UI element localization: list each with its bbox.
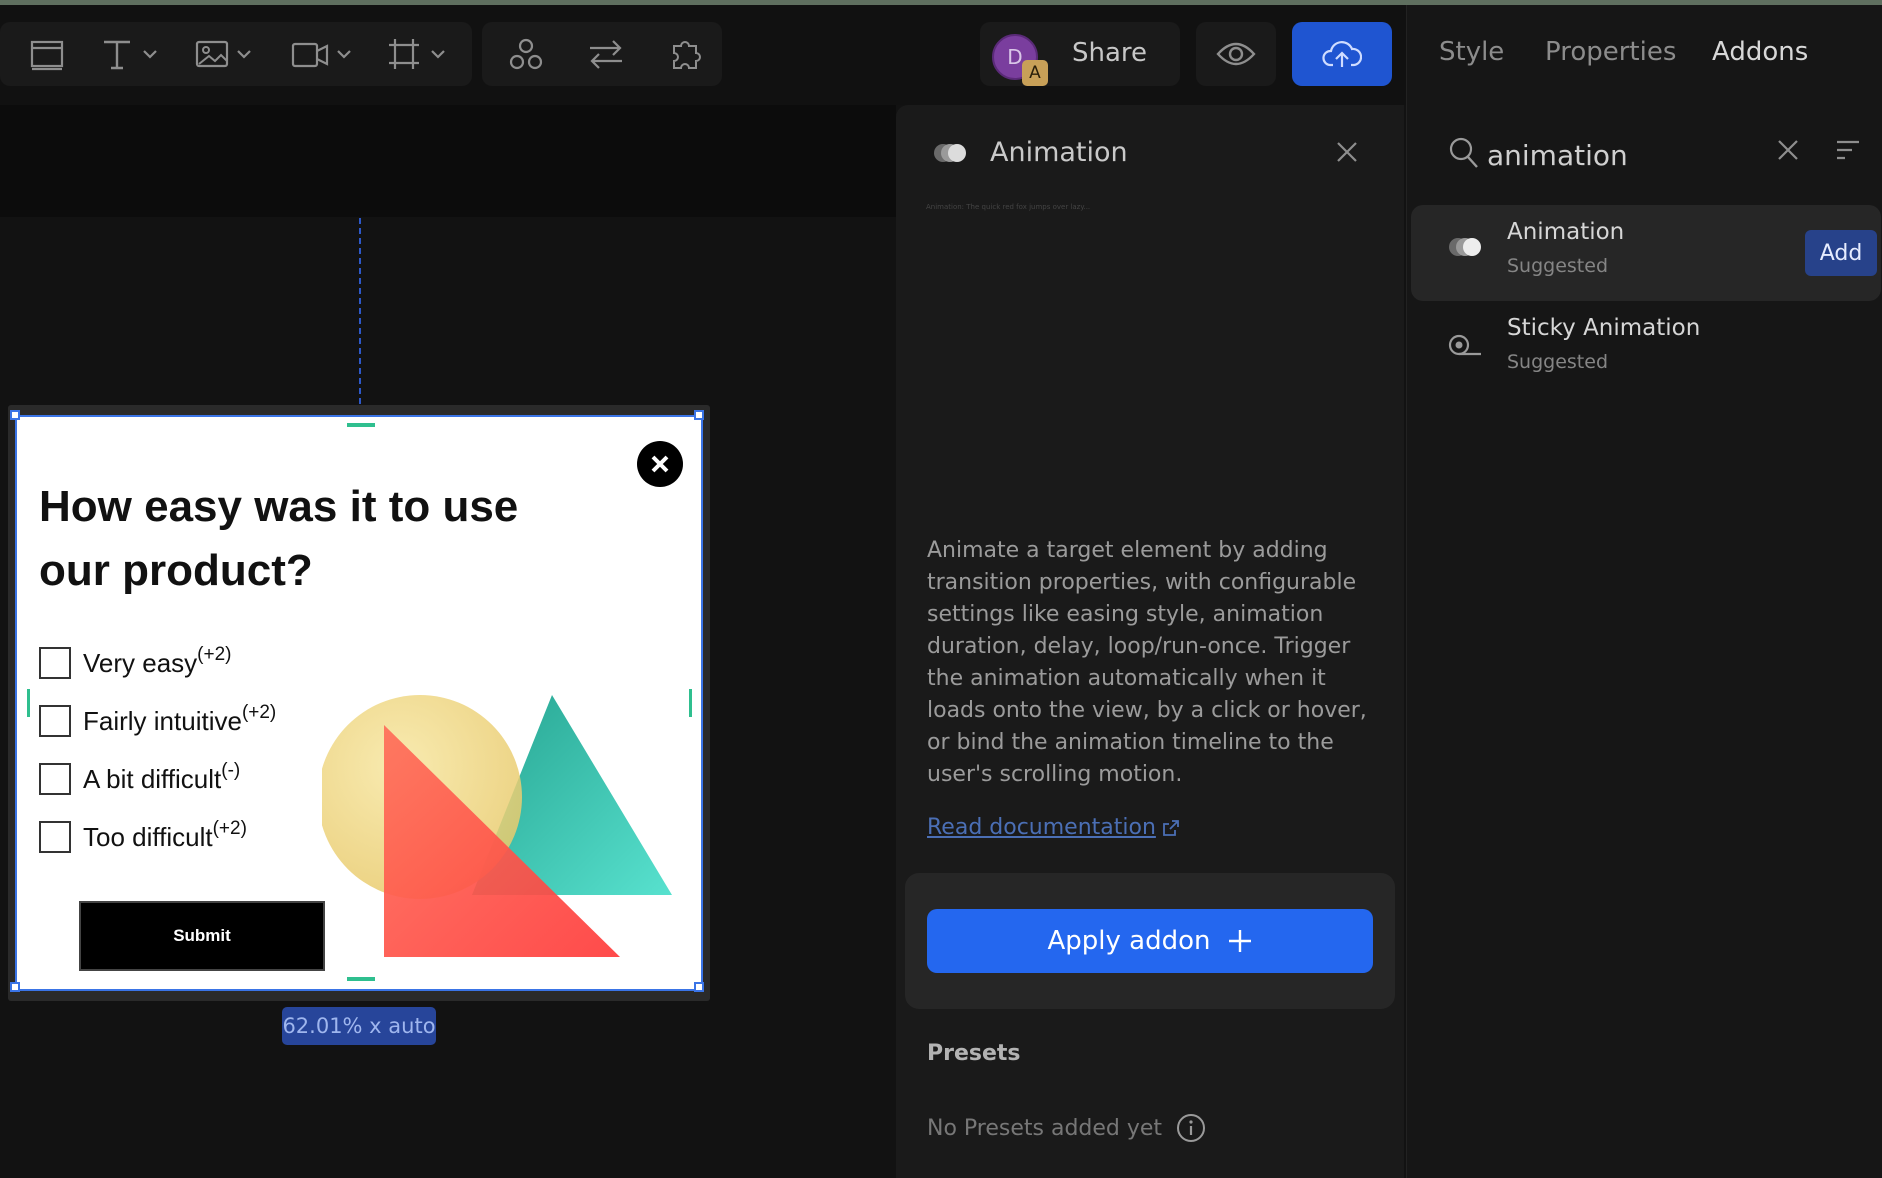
components-icon (509, 38, 543, 70)
top-toolbar: D A Share (0, 5, 1406, 105)
option-label: Fairly intuitive (83, 705, 242, 736)
cloud-upload-icon (1322, 41, 1362, 67)
addon-search-bar (1407, 105, 1882, 205)
tab-properties[interactable]: Properties (1545, 37, 1676, 67)
option-suffix: (+2) (241, 702, 277, 723)
apply-addon-button[interactable]: Apply addon (927, 909, 1373, 973)
padding-handle-bottom[interactable] (347, 977, 375, 981)
resize-handle-top-right[interactable] (694, 410, 704, 420)
info-icon[interactable] (1176, 1113, 1206, 1143)
text-tool-button[interactable] (98, 22, 166, 86)
addon-title: Sticky Animation (1507, 315, 1701, 341)
preview-caption: Animation: The quick red fox jumps over … (926, 203, 1091, 211)
inspector-sidebar: Style Properties Addons Animation Sugges… (1406, 5, 1882, 1178)
image-tool-button[interactable] (192, 22, 260, 86)
addon-title: Animation (1507, 219, 1625, 245)
clear-search-icon[interactable] (1777, 139, 1799, 161)
option-too-difficult[interactable]: Too difficult (+2) (39, 818, 247, 853)
resize-handle-bottom-right[interactable] (694, 982, 704, 992)
addon-subtitle: Suggested (1507, 255, 1609, 277)
plus-icon (1228, 930, 1251, 952)
option-label: Too difficult (83, 821, 213, 852)
padding-handle-left[interactable] (27, 689, 30, 717)
addon-subtitle: Suggested (1507, 351, 1609, 373)
tab-style[interactable]: Style (1439, 37, 1504, 67)
addon-detail-panel: Animation Animation: The quick red fox j… (896, 105, 1404, 1178)
option-checkbox[interactable] (39, 705, 71, 737)
share-button[interactable]: D A Share (980, 22, 1180, 86)
survey-popup[interactable]: How easy was it to use our product? Very… (10, 410, 704, 992)
frame-tool-button[interactable] (384, 22, 454, 86)
submit-button[interactable]: Submit (79, 901, 325, 971)
option-label: A bit difficult (83, 763, 222, 794)
image-icon (195, 40, 251, 68)
option-checkbox[interactable] (39, 821, 71, 853)
preview-button[interactable] (1196, 22, 1276, 86)
option-suffix: (+2) (212, 818, 247, 839)
option-suffix: (+2) (197, 644, 232, 665)
frame-icon (389, 39, 445, 69)
avatar-badge: A (1022, 60, 1048, 86)
apply-card: Apply addon (905, 873, 1395, 1009)
text-icon (104, 40, 157, 70)
popup-title: How easy was it to use our product? (39, 482, 519, 595)
add-addon-button[interactable]: Add (1805, 230, 1877, 276)
sticky-animation-icon (1448, 334, 1481, 356)
search-icon (1449, 137, 1478, 168)
padding-handle-right[interactable] (689, 689, 692, 717)
read-documentation-link[interactable]: Read documentation (927, 815, 1180, 840)
size-badge: 62.01% x auto (282, 1007, 436, 1045)
option-fairly-intuitive[interactable]: Fairly intuitive (+2) (39, 702, 277, 737)
close-icon[interactable] (1336, 141, 1358, 163)
option-checkbox[interactable] (39, 647, 71, 679)
close-icon (651, 455, 669, 473)
animation-icon (1449, 238, 1481, 256)
option-label: Very easy (83, 647, 198, 678)
interactions-tool-button[interactable] (582, 22, 630, 86)
layout-icon (30, 40, 64, 71)
alignment-guide (359, 218, 361, 414)
option-very-easy[interactable]: Very easy (+2) (39, 644, 232, 679)
avatar-initial: D (1007, 45, 1023, 69)
tab-addons[interactable]: Addons (1712, 37, 1808, 67)
presets-empty-state: No Presets added yet (927, 1113, 1206, 1143)
apply-label: Apply addon (1047, 926, 1211, 956)
publish-button[interactable] (1292, 22, 1392, 86)
search-input[interactable] (1487, 133, 1767, 177)
presets-empty-label: No Presets added yet (927, 1115, 1163, 1141)
filter-icon[interactable] (1835, 139, 1861, 161)
padding-handle-top[interactable] (347, 423, 375, 427)
external-link-icon (1163, 819, 1179, 836)
addon-item-animation[interactable]: Animation Suggested Add (1411, 205, 1881, 301)
puzzle-icon (673, 41, 701, 69)
option-bit-difficult[interactable]: A bit difficult (-) (39, 760, 241, 795)
presets-title: Presets (927, 1041, 1021, 1066)
eye-icon (1216, 42, 1256, 66)
share-label: Share (1072, 38, 1148, 68)
option-checkbox[interactable] (39, 763, 71, 795)
option-suffix: (-) (221, 760, 241, 781)
video-icon (291, 42, 351, 68)
addon-description: Animate a target element by adding trans… (927, 538, 1367, 787)
swap-icon (590, 40, 622, 69)
addons-tool-button[interactable] (662, 22, 710, 86)
resize-handle-bottom-left[interactable] (10, 982, 20, 992)
advanced-tools-group (482, 22, 722, 86)
components-tool-button[interactable] (502, 22, 550, 86)
insert-tools-group (0, 22, 472, 86)
addon-item-sticky-animation[interactable]: Sticky Animation Suggested (1411, 301, 1881, 397)
detail-title: Animation (990, 137, 1128, 168)
inspector-tabs: Style Properties Addons (1407, 5, 1882, 105)
doc-link-label: Read documentation (927, 815, 1156, 840)
animation-icon (934, 144, 966, 162)
popup-close-button[interactable] (637, 441, 683, 487)
canvas-top-strip (0, 105, 896, 217)
video-tool-button[interactable] (288, 22, 360, 86)
layout-tool-button[interactable] (22, 22, 72, 86)
resize-handle-top-left[interactable] (10, 410, 20, 420)
geometric-illustration (322, 695, 672, 957)
